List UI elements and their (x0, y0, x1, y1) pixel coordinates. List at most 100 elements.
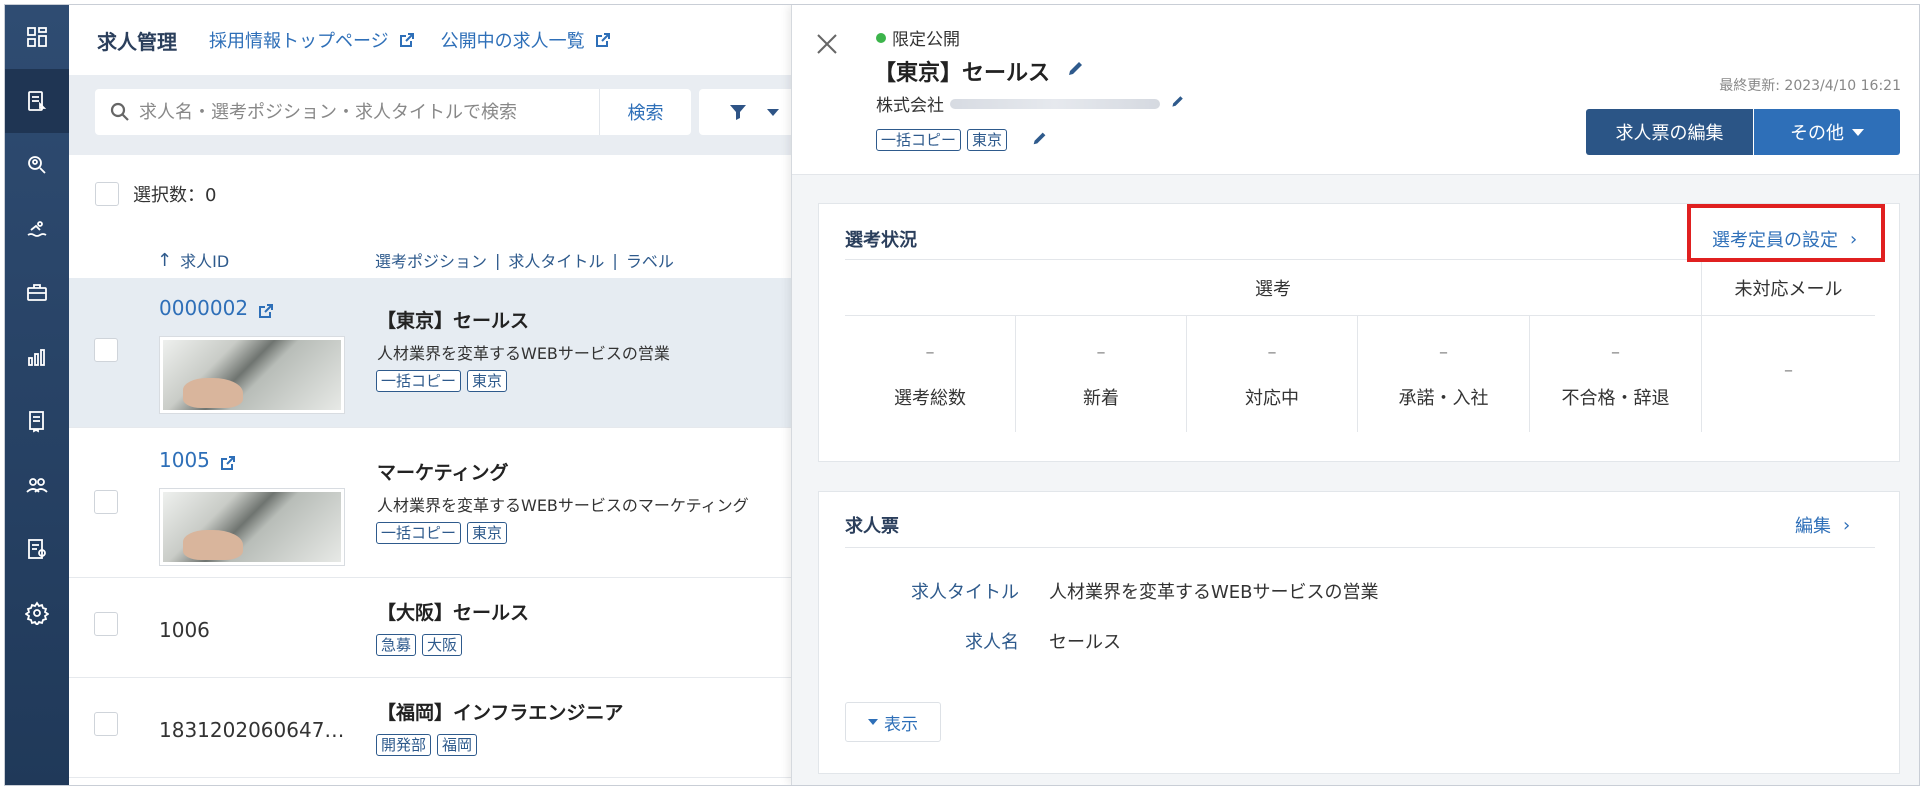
card-title: 選考状況 (845, 230, 917, 251)
job-title: 【大阪】セールス (377, 602, 530, 624)
card-title: 求人票 (845, 516, 899, 537)
table-row[interactable]: 1831202060647… 【福岡】インフラエンジニア 開発部 福岡 (69, 678, 791, 778)
detail-title: 【東京】セールス (874, 55, 1086, 87)
edit-tags-pencil-icon[interactable] (1031, 129, 1049, 151)
stat-in-progress[interactable]: – 対応中 (1187, 316, 1358, 432)
sort-up-icon: ↑ (157, 249, 173, 271)
dashboard-icon[interactable] (5, 5, 69, 69)
stat-unhandled-mail[interactable]: – (1702, 316, 1875, 432)
tag: 大阪 (422, 634, 463, 656)
table-row[interactable]: 1005 マーケティング 人材業界を変革するWEBサービスのマーケティング 一括… (69, 428, 791, 578)
tag: 一括コピー (876, 129, 962, 151)
job-id: 1831202060647… (159, 718, 345, 742)
search-input[interactable] (139, 101, 569, 123)
selection-table: 選考 未対応メール – 選考総数 – 新着 – 対応中 – 承諾・入社 – 不合… (845, 259, 1875, 432)
page-title: 求人管理 (97, 29, 177, 54)
tag: 一括コピー (376, 370, 462, 392)
external-link-icon (258, 300, 274, 318)
job-list-icon[interactable] (5, 69, 69, 133)
app-frame: 求人管理 採用情報トップページ 公開中の求人一覧 検索 選択数：0 (4, 4, 1920, 786)
job-tags: 開発部 福岡 (376, 734, 478, 756)
sidebar (5, 5, 69, 785)
edit-job-sheet-button[interactable]: 求人票の編集 (1586, 109, 1753, 155)
chevron-right-icon: › (1843, 514, 1851, 536)
row-checkbox[interactable] (94, 338, 118, 362)
job-tags: 急募 大阪 (376, 634, 463, 656)
last-updated: 最終更新: 2023/4/10 16:21 (1719, 78, 1901, 94)
edit-title-pencil-icon[interactable] (1066, 58, 1086, 84)
candidate-search-icon[interactable] (5, 133, 69, 197)
report-icon[interactable] (5, 517, 69, 581)
detail-tags: 一括コピー 東京 (876, 129, 1049, 151)
selection-group-header: 選考 (845, 260, 1702, 316)
job-title: マーケティング (377, 462, 509, 484)
tag: 東京 (467, 522, 508, 544)
job-id-link[interactable]: 0000002 (159, 296, 274, 320)
job-detail-panel: 限定公開 【東京】セールス 株式会社 一括コピー 東京 最終更新: 2023/4… (791, 5, 1919, 785)
stat-rejected[interactable]: – 不合格・辞退 (1530, 316, 1702, 432)
job-tags: 一括コピー 東京 (376, 522, 508, 544)
tag: 急募 (376, 634, 417, 656)
detail-header: 限定公開 【東京】セールス 株式会社 一括コピー 東京 最終更新: 2023/4… (792, 5, 1919, 175)
table-row[interactable]: 1006 【大阪】セールス 急募 大阪 (69, 578, 791, 678)
job-list-panel: 求人管理 採用情報トップページ 公開中の求人一覧 検索 選択数：0 (69, 5, 809, 785)
document-icon[interactable] (5, 389, 69, 453)
users-icon[interactable] (5, 453, 69, 517)
close-icon[interactable] (814, 31, 840, 57)
tag: 東京 (967, 129, 1008, 151)
search-icon (109, 101, 131, 123)
job-id: 1006 (159, 618, 210, 642)
edit-company-pencil-icon[interactable] (1170, 93, 1186, 114)
row-checkbox[interactable] (94, 712, 118, 736)
swim-icon[interactable] (5, 197, 69, 261)
job-title: 【東京】セールス (377, 310, 530, 332)
stat-new[interactable]: – 新着 (1016, 316, 1187, 432)
chevron-down-icon (1852, 128, 1864, 136)
job-title: 【福岡】インフラエンジニア (377, 702, 624, 724)
job-thumbnail (159, 336, 345, 414)
status-dot-icon (876, 32, 886, 43)
unhandled-mail-header: 未対応メール (1702, 260, 1875, 316)
other-menu-button[interactable]: その他 (1754, 109, 1900, 155)
external-link-icon (399, 32, 415, 48)
tag: 東京 (467, 370, 508, 392)
selection-count: 選択数：0 (133, 185, 217, 206)
row-checkbox[interactable] (94, 612, 118, 636)
field-job-title: 求人タイトル 人材業界を変革するWEBサービスの営業 (911, 582, 1379, 603)
job-tags: 一括コピー 東京 (376, 370, 508, 392)
bar-chart-icon[interactable] (5, 325, 69, 389)
job-id-link[interactable]: 1005 (159, 448, 236, 472)
external-link-icon (220, 452, 236, 470)
highlight-box (1687, 204, 1885, 262)
search-box (95, 89, 666, 135)
search-button[interactable]: 検索 (599, 89, 691, 135)
settings-icon[interactable] (5, 581, 69, 645)
search-bar: 検索 (69, 75, 809, 155)
job-sheet-card: 求人票 編集 › 求人タイトル 人材業界を変革するWEBサービスの営業 求人名 … (818, 491, 1900, 774)
public-jobs-link[interactable]: 公開中の求人一覧 (441, 27, 611, 53)
recruit-top-link[interactable]: 採用情報トップページ (209, 27, 415, 53)
tag: 福岡 (437, 734, 478, 756)
selection-bar: 選択数：0 (95, 181, 216, 207)
list-header: 求人管理 採用情報トップページ 公開中の求人一覧 (69, 5, 791, 75)
job-subtitle: 人材業界を変革するWEBサービスの営業 (377, 344, 670, 363)
select-all-checkbox[interactable] (95, 182, 119, 206)
redacted-text (950, 98, 1160, 109)
chevron-down-icon (767, 108, 779, 116)
stat-total[interactable]: – 選考総数 (845, 316, 1016, 432)
tag: 開発部 (376, 734, 432, 756)
job-thumbnail (159, 488, 345, 566)
row-checkbox[interactable] (94, 490, 118, 514)
stat-accepted[interactable]: – 承諾・入社 (1358, 316, 1530, 432)
table-row[interactable]: 0000002 【東京】セールス 人材業界を変革するWEBサービスの営業 一括コ… (69, 278, 791, 428)
edit-job-sheet-link[interactable]: 編集 › (1795, 512, 1850, 538)
external-link-icon (595, 32, 611, 48)
briefcase-icon[interactable] (5, 261, 69, 325)
field-job-name: 求人名 セールス (965, 632, 1121, 653)
company-name: 株式会社 (876, 91, 1186, 116)
tag: 一括コピー (376, 522, 462, 544)
column-id-header[interactable]: ↑ 求人ID (157, 248, 229, 272)
status-badge: 限定公開 (876, 25, 960, 50)
filter-icon (730, 105, 746, 120)
show-more-button[interactable]: 表示 (845, 702, 941, 742)
